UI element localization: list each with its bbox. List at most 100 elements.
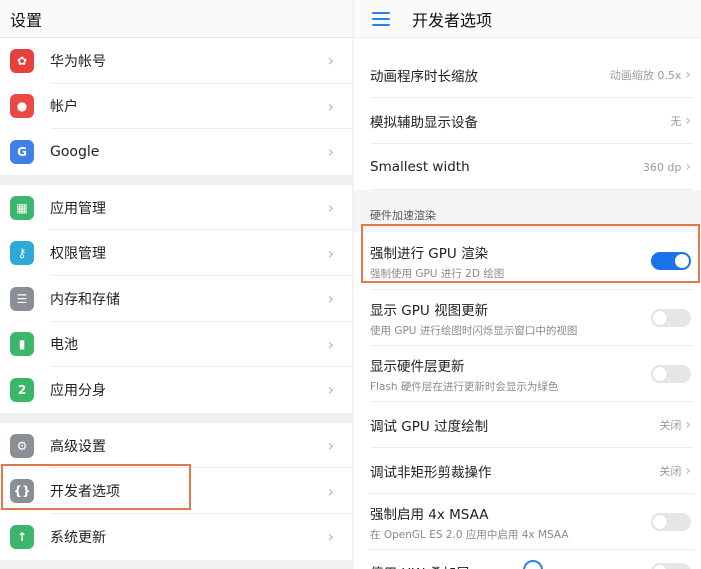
developer-options-header: 开发者选项 bbox=[354, 0, 701, 38]
group-gap bbox=[0, 174, 352, 185]
storage-icon: ☰ bbox=[10, 286, 34, 311]
settings-list: ✿ 华为帐号 › ● 帐户 › G Google › ▦ 应用管理 › ⚷ 权限管理 › ☰ 内存和存储 › ▮ 电池… bbox=[0, 38, 352, 560]
chevron-right-icon: › bbox=[685, 113, 691, 129]
settings-group: ✿ 华为帐号 › ● 帐户 › G Google › bbox=[0, 38, 352, 175]
settings-item[interactable]: {} 开发者选项 › bbox=[0, 468, 352, 514]
section-header: 硬件加速渲染 bbox=[354, 190, 701, 232]
chevron-right-icon: › bbox=[327, 527, 334, 547]
option-value: 关闭 bbox=[659, 465, 682, 478]
option-subtitle: Flash 硬件层在进行更新时会显示为绿色 bbox=[370, 380, 559, 393]
group-gap bbox=[0, 412, 352, 423]
settings-item[interactable]: ☰ 内存和存储 › bbox=[0, 276, 352, 322]
developer-top-list: 动画程序时长缩放 动画缩放 0.5x › 模拟辅助显示设备无 › Smallest wid… bbox=[354, 52, 701, 190]
battery-icon: ▮ bbox=[10, 332, 34, 357]
option-title: 停用 HW 叠加层 bbox=[370, 562, 651, 569]
option-title: 模拟辅助显示设备 bbox=[370, 115, 478, 131]
developer-option-row[interactable]: 强制进行 GPU 渲染 强制使用 GPU 进行 2D 绘图 bbox=[354, 232, 701, 290]
settings-item-label: 帐户 bbox=[50, 99, 78, 116]
settings-item-label: 内存和存储 bbox=[50, 291, 120, 308]
option-title: Smallest width bbox=[370, 159, 470, 175]
toggle-switch[interactable] bbox=[651, 513, 691, 531]
toggle-switch[interactable] bbox=[651, 365, 691, 383]
chevron-right-icon: › bbox=[327, 142, 334, 162]
settings-panel: 设置 ✿ 华为帐号 › ● 帐户 › G Google › ▦ 应用管理 › ⚷ 权限管理 › ☰ 内存和存储 ›… bbox=[0, 0, 352, 569]
toggle-knob bbox=[653, 367, 667, 381]
developer-option-row[interactable]: 动画程序时长缩放 动画缩放 0.5x › bbox=[354, 52, 701, 98]
option-text: 停用 HW 叠加层 bbox=[370, 562, 651, 569]
settings-item-label: 权限管理 bbox=[50, 246, 106, 263]
settings-item-label: 系统更新 bbox=[50, 529, 106, 546]
option-subtitle: 在 OpenGL ES 2.0 应用中启用 4x MSAA bbox=[370, 528, 569, 541]
option-title: 强制启用 4x MSAA bbox=[370, 506, 489, 523]
settings-group: ⚙ 高级设置 › {} 开发者选项 › ↑ 系统更新 › bbox=[0, 422, 352, 560]
account-icon: ● bbox=[10, 94, 34, 119]
page-title: 开发者选项 bbox=[412, 10, 493, 30]
toggle-knob bbox=[653, 565, 667, 569]
chevron-right-icon: › bbox=[685, 67, 691, 83]
option-text: 强制进行 GPU 渲染 强制使用 GPU 进行 2D 绘图 bbox=[370, 242, 651, 281]
toggle-switch[interactable] bbox=[651, 309, 691, 327]
developer-option-row[interactable]: 显示硬件层更新 Flash 硬件层在进行更新时会显示为绿色 bbox=[354, 346, 701, 402]
chevron-right-icon: › bbox=[327, 436, 334, 456]
chevron-right-icon: › bbox=[685, 463, 691, 479]
option-text: Smallest width bbox=[370, 159, 643, 175]
option-title: 动画程序时长缩放 bbox=[370, 69, 478, 85]
option-title: 调试 GPU 过度绘制 bbox=[370, 419, 489, 435]
option-value: 360 dp bbox=[642, 160, 682, 174]
developer-option-row[interactable]: 调试非矩形剪裁操作 关闭 › bbox=[354, 448, 701, 494]
huawei-logo-icon: ✿ bbox=[10, 48, 34, 73]
menu-icon[interactable] bbox=[372, 11, 390, 26]
hardware-list: 强制进行 GPU 渲染 强制使用 GPU 进行 2D 绘图显示 GPU 视图更新使… bbox=[354, 232, 701, 569]
developer-option-row[interactable]: 模拟辅助显示设备 无 › bbox=[354, 98, 701, 144]
option-subtitle: 强制使用 GPU 进行 2D 绘图 bbox=[370, 267, 505, 280]
option-text: 动画程序时长缩放 bbox=[370, 65, 610, 85]
option-text: 强制启用 4x MSAA 在 OpenGL ES 2.0 应用中启用 4x MSA… bbox=[370, 503, 651, 542]
chevron-right-icon: › bbox=[327, 380, 334, 400]
developer-option-row[interactable]: 调试 GPU 过度绘制 关闭 › bbox=[354, 402, 701, 448]
chevron-right-icon: › bbox=[327, 334, 334, 354]
developer-option-row[interactable]: 显示 GPU 视图更新 使用 GPU 进行绘图时闪烁显示窗口中的视图 bbox=[354, 290, 701, 346]
option-text: 调试非矩形剪裁操作 bbox=[370, 461, 659, 481]
settings-item[interactable]: G Google › bbox=[0, 129, 352, 175]
settings-item-label: 华为帐号 bbox=[50, 53, 106, 70]
google-icon: G bbox=[10, 139, 34, 164]
option-title: 调试非矩形剪裁操作 bbox=[370, 465, 492, 481]
settings-title: 设置 bbox=[0, 0, 352, 38]
chevron-right-icon: › bbox=[327, 289, 334, 309]
settings-item-label: 应用管理 bbox=[50, 200, 106, 217]
apps-icon: ▦ bbox=[10, 195, 34, 220]
toggle-switch[interactable] bbox=[651, 252, 691, 270]
settings-item[interactable]: ● 帐户 › bbox=[0, 84, 352, 130]
gear-icon: ⚙ bbox=[10, 433, 34, 458]
settings-group: ▦ 应用管理 › ⚷ 权限管理 › ☰ 内存和存储 › ▮ 电池 › 2 应用分身 › bbox=[0, 184, 352, 413]
settings-item[interactable]: ▦ 应用管理 › bbox=[0, 185, 352, 231]
option-value: 动画缩放 0.5x bbox=[609, 69, 682, 82]
settings-item[interactable]: ✿ 华为帐号 › bbox=[0, 38, 352, 84]
option-title: 显示硬件层更新 bbox=[370, 358, 465, 375]
chevron-right-icon: › bbox=[327, 481, 334, 501]
settings-item[interactable]: ⚙ 高级设置 › bbox=[0, 423, 352, 469]
app-twin-icon: 2 bbox=[10, 377, 34, 402]
developer-braces-icon: {} bbox=[10, 479, 34, 504]
option-subtitle: 使用 GPU 进行绘图时闪烁显示窗口中的视图 bbox=[370, 324, 578, 337]
settings-item[interactable]: ⚷ 权限管理 › bbox=[0, 230, 352, 276]
toggle-switch[interactable] bbox=[651, 563, 691, 569]
option-value: 关闭 bbox=[659, 419, 682, 432]
developer-option-row[interactable]: Smallest width 360 dp › bbox=[354, 144, 701, 190]
settings-item-label: Google bbox=[50, 143, 100, 160]
settings-item[interactable]: ▮ 电池 › bbox=[0, 322, 352, 368]
chevron-right-icon: › bbox=[327, 243, 334, 263]
settings-item[interactable]: 2 应用分身 › bbox=[0, 367, 352, 413]
developer-option-row[interactable]: 强制启用 4x MSAA 在 OpenGL ES 2.0 应用中启用 4x MSA… bbox=[354, 494, 701, 550]
toggle-knob bbox=[653, 311, 667, 325]
option-text: 显示硬件层更新 Flash 硬件层在进行更新时会显示为绿色 bbox=[370, 355, 651, 394]
settings-item[interactable]: ↑ 系统更新 › bbox=[0, 514, 352, 560]
settings-item-label: 应用分身 bbox=[50, 382, 106, 399]
key-icon: ⚷ bbox=[10, 241, 34, 266]
chevron-right-icon: › bbox=[685, 417, 691, 433]
option-value: 无 bbox=[670, 115, 682, 128]
toggle-knob bbox=[653, 515, 667, 529]
chevron-right-icon: › bbox=[685, 159, 691, 175]
developer-options-panel: 开发者选项 动画程序时长缩放 动画缩放 0.5x › 模拟辅助显示设备无 › Smalle… bbox=[354, 0, 701, 569]
chevron-right-icon: › bbox=[327, 51, 334, 71]
